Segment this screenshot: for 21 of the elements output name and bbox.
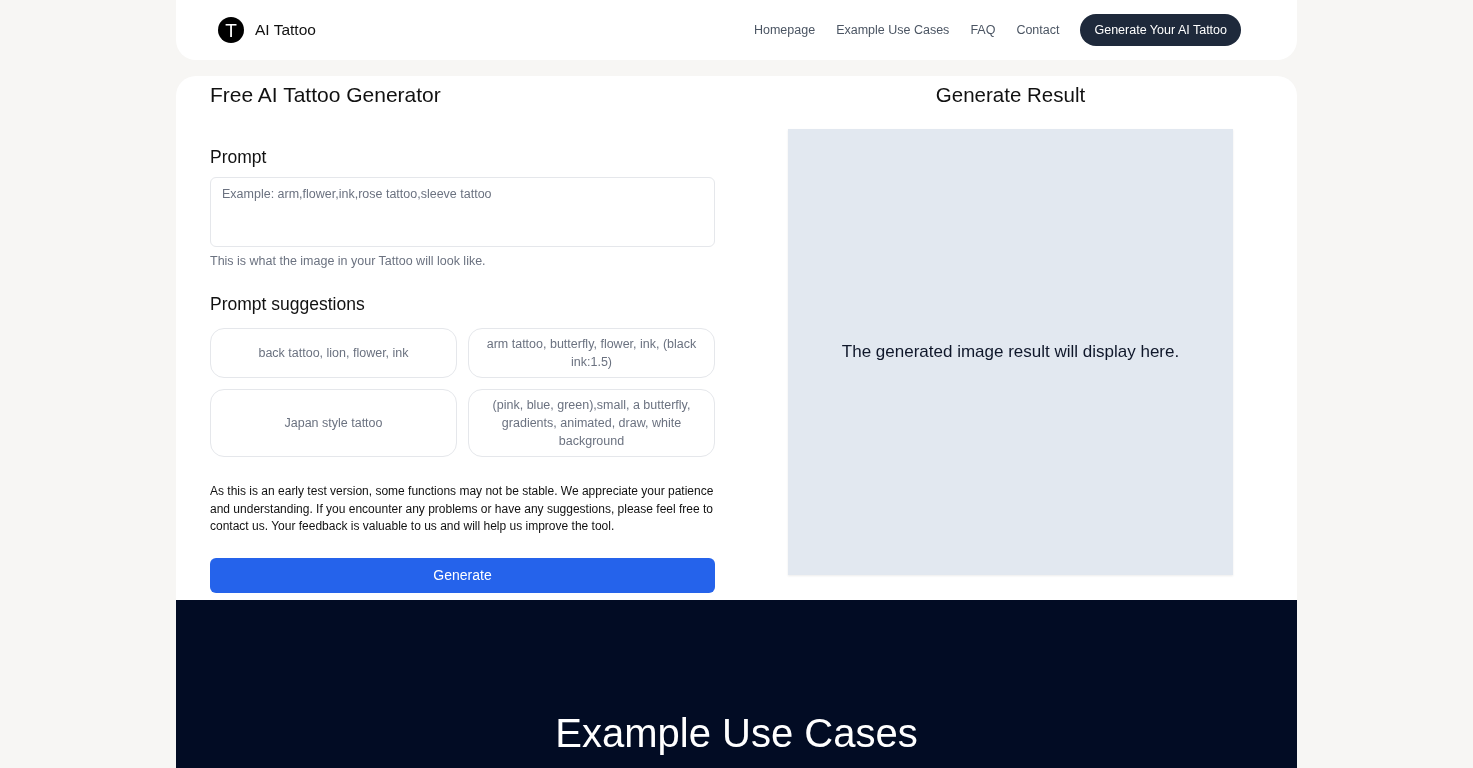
prompt-suggestion[interactable]: (pink, blue, green),small, a butterfly, gradients, animated, draw, white background xyxy=(468,389,715,457)
generate-tattoo-button[interactable]: Generate Your AI Tattoo xyxy=(1080,14,1241,46)
prompt-input[interactable]: Example: arm,flower,ink,rose tattoo,sleeve tattoo xyxy=(210,177,715,247)
generator-title: Free AI Tattoo Generator xyxy=(210,82,442,108)
nav-link[interactable]: Example Use Cases xyxy=(836,23,950,37)
notice-text: As this is an early test version, some functions may not be stable. We appreciate your patience and understanding. If you encounter any problems or have any suggestions, please feel free to contact us. Your feedback is valuable to us and will help us improve the tool. xyxy=(210,483,715,535)
result-placeholder-text: The generated image result will display here. xyxy=(841,342,1180,362)
prompt-hint: This is what the image in your Tattoo will look like. xyxy=(210,253,487,270)
logo[interactable]: T xyxy=(218,17,244,43)
nav-link[interactable]: Homepage xyxy=(753,23,816,37)
prompt-suggestion[interactable]: arm tattoo, butterfly, flower, ink, (black ink:1.5) xyxy=(468,328,715,378)
section-title: Example Use Cases xyxy=(555,710,918,757)
prompt-suggestion[interactable]: back tattoo, lion, flower, ink xyxy=(210,328,457,378)
brand-name[interactable]: AI Tattoo xyxy=(255,21,316,39)
generate-button[interactable]: Generate xyxy=(210,557,715,593)
result-title: Generate Result xyxy=(935,82,1086,108)
prompt-label: Prompt xyxy=(210,146,268,169)
suggestions-title: Prompt suggestions xyxy=(210,293,366,316)
nav-link[interactable]: FAQ xyxy=(970,23,996,37)
nav-link[interactable]: Contact xyxy=(1016,23,1060,37)
prompt-suggestion[interactable]: Japan style tattoo xyxy=(210,389,457,457)
